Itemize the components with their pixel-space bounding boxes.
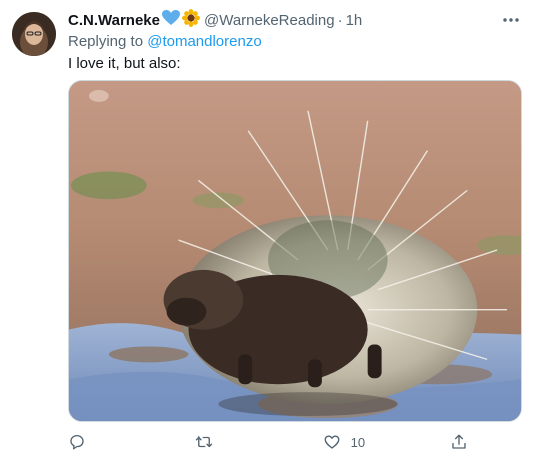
- reply-mention-link[interactable]: @tomandlorenzo: [147, 33, 261, 50]
- tweet[interactable]: C.N.Warneke @WarnekeReading · 1h Replyin…: [0, 0, 536, 460]
- like-button[interactable]: 10: [323, 433, 413, 451]
- retweet-icon: [196, 436, 213, 448]
- timestamp[interactable]: 1h: [346, 12, 363, 29]
- display-name[interactable]: C.N.Warneke: [68, 12, 160, 29]
- share-button[interactable]: [450, 433, 474, 451]
- more-options-icon[interactable]: [500, 12, 522, 28]
- reply-icon: [70, 434, 84, 450]
- reply-button[interactable]: [68, 433, 158, 451]
- separator-dot: ·: [337, 11, 343, 29]
- like-count: 10: [350, 434, 366, 450]
- tweet-header: C.N.Warneke @WarnekeReading · 1h: [68, 9, 524, 31]
- retweet-button[interactable]: [195, 433, 285, 451]
- blue-heart-icon: [161, 10, 180, 30]
- sunflower-icon: [181, 9, 200, 31]
- avatar[interactable]: [12, 12, 56, 56]
- tweet-content: C.N.Warneke @WarnekeReading · 1h Replyin…: [68, 9, 524, 74]
- tweet-media[interactable]: [68, 80, 522, 422]
- share-icon: [452, 434, 466, 449]
- avatar-photo: [12, 12, 56, 56]
- tweet-text: I love it, but also:: [68, 55, 181, 72]
- tweet-actions: 10: [68, 430, 522, 454]
- heart-icon: [324, 435, 340, 449]
- author-handle[interactable]: @WarnekeReading: [204, 12, 335, 29]
- porcupine-photo: [69, 81, 521, 421]
- replying-to: Replying to @tomandlorenzo: [68, 32, 524, 52]
- replying-to-label: Replying to: [68, 33, 144, 50]
